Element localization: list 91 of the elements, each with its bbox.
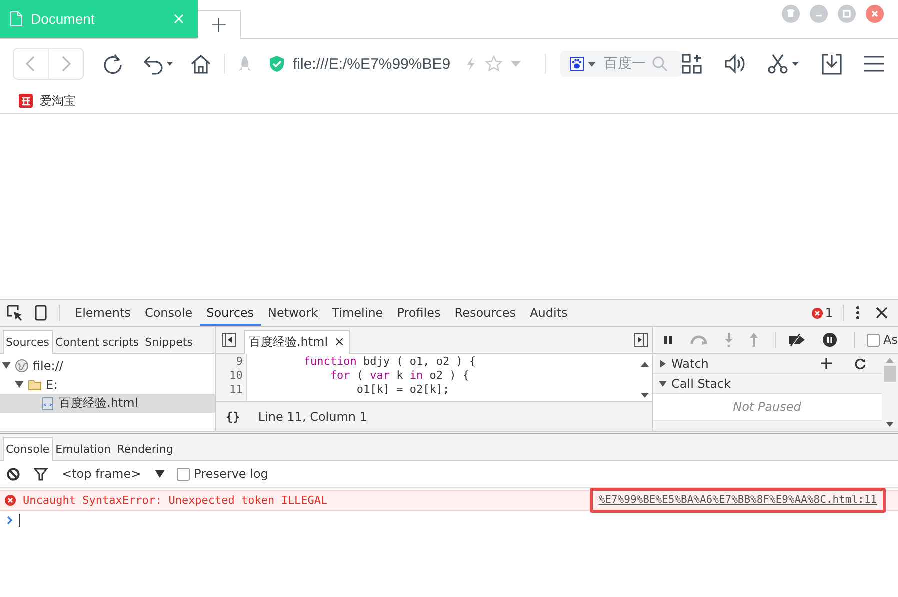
- collapsed-arrow-icon[interactable]: [658, 360, 667, 368]
- tree-label: file://: [33, 358, 64, 372]
- panel-tab[interactable]: Console: [138, 300, 200, 326]
- drawer-tab[interactable]: Rendering: [114, 437, 176, 461]
- close-icon[interactable]: [876, 307, 888, 319]
- folder-icon: [28, 378, 42, 392]
- error-icon[interactable]: [812, 308, 824, 318]
- document-icon: [9, 11, 23, 27]
- code-line: for ( var k in o2 ) {: [329, 369, 470, 383]
- bookmark-link[interactable]: 爱淘宝: [40, 92, 76, 110]
- status-message: Not Paused: [652, 394, 882, 421]
- panel-tab[interactable]: Profiles: [390, 300, 448, 326]
- scrollbar-thumb[interactable]: [884, 366, 896, 382]
- search-field[interactable]: 百度一: [560, 51, 682, 77]
- globe-icon: [15, 358, 29, 372]
- toggle-navigator-icon[interactable]: [222, 333, 236, 347]
- source-link[interactable]: %E7%99%BE%E5%BA%A6%E7%BB%8F%E9%AA%8C.html:11: [598, 494, 877, 507]
- frame-select[interactable]: <top frame>: [62, 467, 166, 481]
- pause-icon[interactable]: [662, 335, 673, 345]
- scissors-icon[interactable]: [768, 54, 800, 74]
- tree-item[interactable]: E:: [0, 375, 215, 394]
- toggle-sidebar-icon[interactable]: [634, 333, 648, 347]
- expanded-arrow-icon[interactable]: [15, 380, 24, 389]
- tree-label: E:: [46, 378, 58, 392]
- section-title: Watch: [672, 356, 709, 370]
- tab-title: Document: [31, 11, 96, 27]
- panel-tab[interactable]: Resources: [448, 300, 524, 326]
- caret-icon: [155, 470, 166, 478]
- line-number: 11: [228, 383, 243, 397]
- shield-check-icon: [269, 55, 285, 73]
- prompt-icon: [7, 516, 13, 524]
- address-field[interactable]: file:///E:/%E7%99%BE9: [293, 56, 453, 72]
- file-icon: [41, 396, 55, 410]
- cursor-position: Line 11, Column 1: [258, 410, 368, 424]
- filter-icon[interactable]: [34, 468, 48, 480]
- panel-tab[interactable]: Elements: [68, 300, 138, 326]
- navigator-tab[interactable]: Snippets: [142, 330, 196, 354]
- panel-tab[interactable]: Network: [261, 300, 326, 326]
- download-icon[interactable]: [822, 53, 842, 75]
- home-icon[interactable]: [190, 53, 212, 75]
- device-icon[interactable]: [35, 305, 47, 321]
- file-tab[interactable]: 百度经验.html ×: [244, 330, 350, 354]
- preserve-log-checkbox[interactable]: [177, 468, 190, 480]
- tree-label: 百度经验.html: [59, 395, 138, 412]
- more-icon[interactable]: [856, 306, 860, 320]
- text-cursor[interactable]: [19, 514, 20, 526]
- code-line: function bdjy ( o1, o2 ) {: [302, 355, 478, 369]
- line-number: 10: [228, 369, 243, 383]
- speaker-icon[interactable]: [724, 54, 746, 74]
- clear-icon[interactable]: [7, 468, 20, 480]
- async-label: As: [884, 333, 898, 347]
- search-input[interactable]: 百度一: [604, 56, 648, 72]
- preserve-log-label: Preserve log: [194, 467, 268, 481]
- star-icon[interactable]: [485, 55, 503, 73]
- scroll-down-icon[interactable]: [886, 422, 894, 427]
- scroll-down-icon[interactable]: [640, 393, 649, 398]
- caret-icon[interactable]: [588, 62, 596, 66]
- section-title: Call Stack: [672, 376, 731, 390]
- line-number: 9: [235, 355, 243, 369]
- menu-icon[interactable]: [864, 56, 884, 72]
- frame-select-label: <top frame>: [62, 467, 142, 481]
- refresh-icon[interactable]: [855, 358, 866, 369]
- pretty-print-button[interactable]: {}: [226, 410, 240, 424]
- shop-logo-icon: [19, 94, 33, 108]
- scroll-up-icon[interactable]: [640, 362, 649, 367]
- error-count[interactable]: 1: [825, 306, 833, 320]
- panel-tab[interactable]: Audits: [523, 300, 575, 326]
- file-tab-label: 百度经验.html: [248, 334, 328, 351]
- tree-item[interactable]: file://: [0, 356, 215, 375]
- deactivate-breakpoints-icon[interactable]: [788, 334, 806, 346]
- error-message: Uncaught SyntaxError: Unexpected token ILLEGAL: [23, 494, 328, 507]
- close-button[interactable]: ×: [334, 335, 345, 350]
- pause-on-exceptions-icon[interactable]: [822, 333, 837, 347]
- paw-icon[interactable]: [570, 57, 584, 71]
- new-tab-button[interactable]: +: [198, 10, 241, 39]
- error-icon: [5, 495, 16, 506]
- expanded-arrow-icon[interactable]: [658, 380, 667, 388]
- drawer-tab[interactable]: Emulation: [52, 437, 114, 461]
- drawer-tab[interactable]: Console: [3, 437, 53, 461]
- code-line: o1[k] = o2[k];: [356, 383, 451, 397]
- section-header[interactable]: Watch: [652, 354, 882, 374]
- expanded-arrow-icon[interactable]: [2, 361, 11, 370]
- navigator-tab[interactable]: Content scripts: [52, 330, 142, 354]
- navigator-tab[interactable]: Sources: [3, 330, 53, 354]
- async-checkbox[interactable]: [866, 334, 880, 346]
- tree-item[interactable]: 百度经验.html: [0, 394, 215, 413]
- inspect-icon[interactable]: [7, 305, 23, 321]
- apps-add-icon[interactable]: [682, 54, 702, 74]
- refresh-icon[interactable]: [102, 53, 124, 75]
- panel-tab[interactable]: Timeline: [325, 300, 390, 326]
- add-icon[interactable]: [821, 358, 832, 369]
